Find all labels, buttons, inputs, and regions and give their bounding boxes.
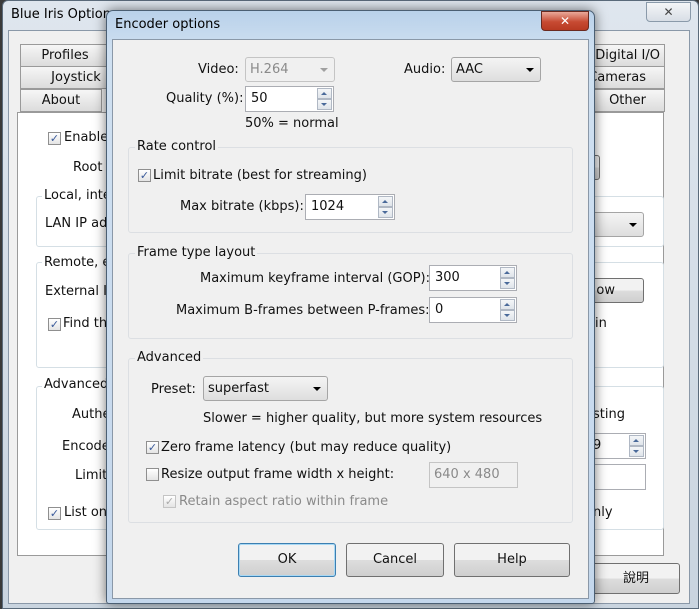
- gop-value: 300: [435, 270, 460, 285]
- bframes-spinner[interactable]: 0: [429, 297, 517, 323]
- max-bitrate-spinner[interactable]: 1024: [305, 194, 395, 220]
- external-ip-label: External II: [45, 284, 111, 299]
- video-label: Video:: [198, 62, 239, 77]
- spin-up-icon[interactable]: [317, 88, 332, 99]
- enable-label: Enable: [64, 130, 109, 145]
- preset-label: Preset:: [151, 382, 196, 397]
- quality-spinner[interactable]: 50: [245, 86, 334, 112]
- ok-button[interactable]: OK: [238, 543, 336, 577]
- root-label: Root: [73, 160, 103, 175]
- preset-value: superfast: [208, 381, 270, 396]
- list-tail: nly: [593, 505, 613, 520]
- chevron-down-icon: [320, 68, 328, 72]
- close-icon[interactable]: ✕: [541, 11, 589, 31]
- spin-down-icon[interactable]: [500, 278, 515, 289]
- advanced-group-title: Advanced: [42, 377, 111, 392]
- chevron-down-icon: [629, 223, 637, 227]
- limit-bitrate-label: Limit bitrate (best for streaming): [153, 168, 367, 183]
- spin-down-icon[interactable]: [629, 446, 644, 457]
- help-button[interactable]: Help: [454, 543, 570, 577]
- auth-label: Authe: [72, 407, 111, 422]
- audio-dropdown[interactable]: AAC: [451, 57, 541, 82]
- spin-up-icon[interactable]: [500, 299, 515, 310]
- tab-profiles[interactable]: Profiles: [20, 44, 110, 67]
- preset-note: Slower = higher quality, but more system…: [203, 411, 543, 426]
- gop-label: Maximum keyframe interval (GOP):: [200, 271, 430, 286]
- video-value: H.264: [250, 62, 289, 77]
- limit-bitrate-checkbox[interactable]: ✓: [138, 169, 151, 182]
- quality-value: 50: [251, 91, 268, 106]
- quality-label: Quality (%):: [166, 91, 244, 106]
- preset-dropdown[interactable]: superfast: [203, 376, 328, 401]
- retain-aspect-label: Retain aspect ratio within frame: [179, 494, 389, 509]
- list-checkbox[interactable]: ✓: [48, 507, 61, 520]
- rate-control-group: [128, 147, 573, 233]
- lan-ip-label: LAN IP ad: [45, 216, 108, 231]
- find-checkbox[interactable]: ✓: [48, 318, 61, 331]
- spin-down-icon[interactable]: [378, 207, 393, 218]
- spin-up-icon[interactable]: [629, 435, 644, 446]
- resize-dimensions-field[interactable]: 640 x 480: [429, 462, 518, 488]
- quality-note: 50% = normal: [245, 116, 339, 131]
- max-bitrate-value: 1024: [311, 199, 345, 214]
- resize-checkbox[interactable]: [146, 468, 159, 481]
- advanced-title: Advanced: [135, 350, 204, 365]
- bframes-label: Maximum B-frames between P-frames:: [176, 303, 430, 318]
- auth-tail: sting: [593, 407, 625, 422]
- limit-label: Limit: [75, 468, 108, 483]
- enable-checkbox[interactable]: ✓: [48, 132, 61, 145]
- spin-up-icon[interactable]: [500, 267, 515, 278]
- tab-about[interactable]: About: [20, 89, 102, 112]
- local-group-title: Local, inte: [42, 188, 113, 203]
- zero-latency-checkbox[interactable]: ✓: [146, 441, 159, 454]
- rate-control-title: Rate control: [135, 139, 219, 154]
- encoder-label: Encode: [62, 439, 110, 454]
- remote-group-title: Remote, e: [42, 255, 113, 270]
- find-label-tail: in: [595, 316, 607, 331]
- chevron-down-icon: [526, 68, 534, 72]
- spin-down-icon[interactable]: [500, 310, 515, 321]
- audio-value: AAC: [456, 62, 483, 77]
- window-title: Blue Iris Options: [11, 7, 118, 22]
- resize-label: Resize output frame width x height:: [161, 467, 395, 482]
- chevron-down-icon: [313, 387, 321, 391]
- max-bitrate-label: Max bitrate (kbps):: [180, 199, 304, 214]
- video-dropdown[interactable]: H.264: [245, 57, 335, 82]
- zero-latency-label: Zero frame latency (but may reduce quali…: [161, 440, 452, 455]
- dialog-title: Encoder options: [115, 17, 221, 32]
- gop-spinner[interactable]: 300: [429, 265, 517, 291]
- close-icon[interactable]: ✕: [646, 2, 691, 22]
- help-button[interactable]: 說明: [592, 563, 680, 594]
- cancel-button[interactable]: Cancel: [346, 543, 444, 577]
- find-label: Find th: [63, 316, 108, 331]
- frame-type-title: Frame type layout: [135, 245, 258, 260]
- retain-aspect-checkbox[interactable]: ✓: [163, 495, 176, 508]
- audio-label: Audio:: [404, 62, 446, 77]
- spin-up-icon[interactable]: [378, 196, 393, 207]
- spin-down-icon[interactable]: [317, 99, 332, 110]
- list-label: List on: [64, 505, 108, 520]
- bframes-value: 0: [435, 302, 444, 317]
